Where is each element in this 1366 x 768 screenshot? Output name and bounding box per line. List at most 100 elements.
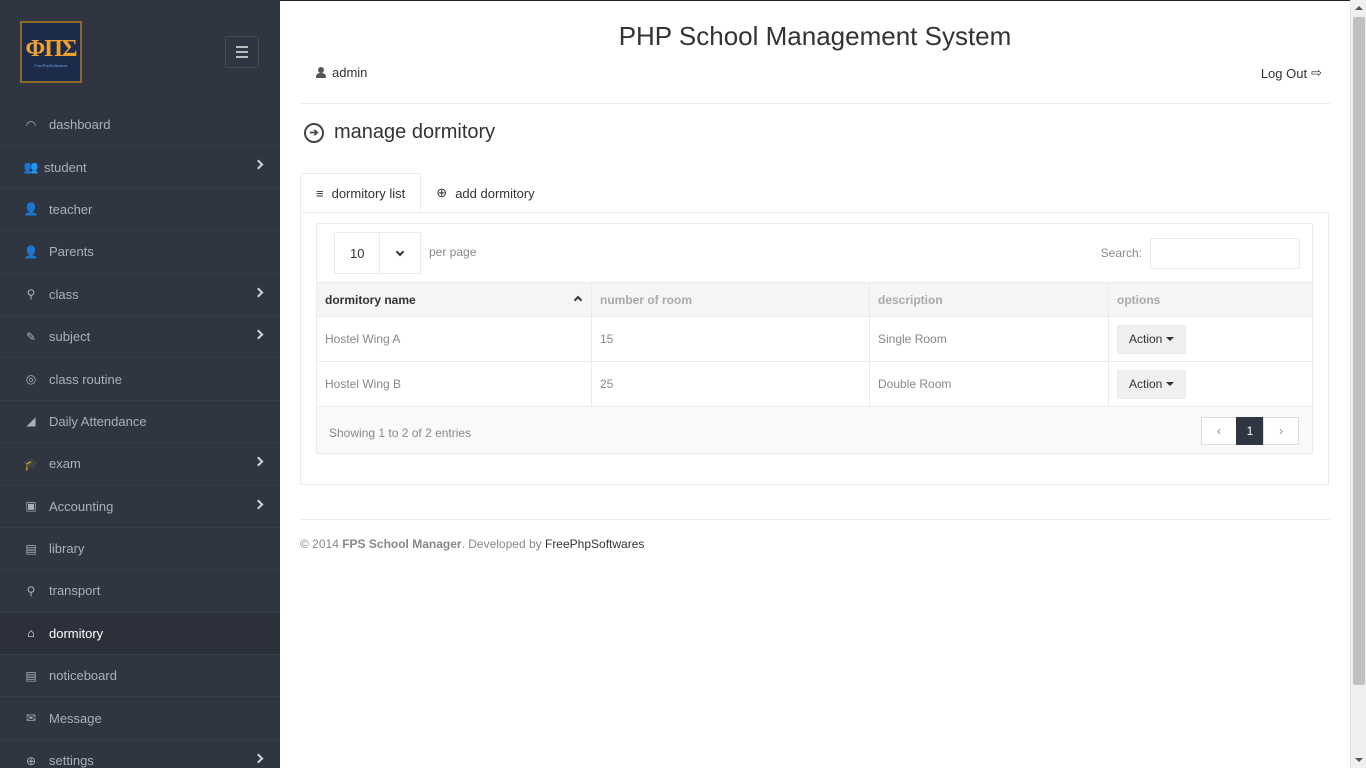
pagination: ‹ 1 › (1201, 417, 1299, 445)
scroll-up-arrow-icon[interactable] (1351, 0, 1366, 16)
chevron-right-icon (253, 456, 264, 467)
sidebar-item-transport[interactable]: ⚲ transport (0, 570, 280, 613)
sidebar-item-parents[interactable]: 👤 Parents (0, 231, 280, 274)
cell-options: Action (1108, 361, 1313, 407)
user-icon (316, 66, 326, 79)
briefcase-icon: ▣ (25, 499, 37, 514)
sidebar-item-label: class (49, 286, 79, 302)
sidebar-item-label: teacher (49, 201, 93, 217)
sidebar-item-class[interactable]: ⚲ class (0, 274, 280, 316)
sidebar-header: ΦΠΣ FreePhpSoftwares (0, 0, 280, 104)
page-length-select[interactable]: 10 (334, 232, 421, 274)
dashboard-icon: ◠ (25, 117, 37, 132)
search-label: Search: (1100, 246, 1142, 260)
logout-link[interactable]: Log Out ⇨ (1261, 65, 1322, 81)
sidebar-item-teacher[interactable]: 👤 teacher (0, 189, 280, 232)
teacher-icon: 👤 (23, 202, 39, 217)
sidebar-item-noticeboard[interactable]: ▤ noticeboard (0, 655, 280, 698)
footer-divider (300, 519, 1330, 520)
data-table: 10 per page Search: dormitory name numbe… (316, 223, 1313, 454)
sidebar-item-label: subject (49, 329, 91, 345)
logo-text: ΦΠΣ (25, 35, 77, 62)
username: admin (332, 65, 368, 80)
user-menu[interactable]: admin (316, 65, 367, 80)
mail-icon: ✉ (25, 711, 37, 726)
sidebar-item-label: Parents (49, 244, 94, 260)
graduation-cap-icon: 🎓 (23, 456, 39, 471)
pagination-page-1[interactable]: 1 (1236, 417, 1264, 445)
footer: © 2014 FPS School Manager. Developed by … (300, 537, 644, 551)
sidebar-item-subject[interactable]: ✎ subject (0, 316, 280, 359)
sidebar-menu: ◠ dashboard 👥 student 👤 teacher 👤 Parents ⚲ c… (0, 104, 280, 768)
cell-options: Action (1108, 316, 1313, 362)
page-title-text: manage dormitory (334, 121, 496, 143)
hamburger-icon (236, 46, 248, 48)
tab-add-dormitory[interactable]: ⊕ add dormitory (421, 173, 549, 213)
action-dropdown-button[interactable]: Action (1117, 324, 1187, 354)
sidebar-item-label: dormitory (49, 625, 104, 641)
sidebar-toggle-button[interactable] (225, 36, 259, 68)
cell-description: Single Room (869, 316, 1109, 362)
cell-dormitory-name: Hostel Wing B (316, 361, 592, 407)
vertical-scrollbar[interactable] (1350, 0, 1366, 768)
table-controls: 10 per page Search: (317, 224, 1312, 282)
sidebar-item-class-routine[interactable]: ◎ class routine (0, 358, 280, 401)
sidebar-item-label: class routine (49, 371, 122, 387)
sidebar-item-exam[interactable]: 🎓 exam (0, 443, 280, 486)
column-header-options: options (1108, 282, 1313, 317)
chevron-right-icon (253, 329, 264, 340)
scroll-down-arrow-icon[interactable] (1351, 752, 1366, 768)
caret-down-icon (1166, 337, 1175, 341)
scrollbar-thumb[interactable] (1353, 17, 1365, 685)
footer-developer-link[interactable]: FreePhpSoftwares (545, 537, 644, 551)
column-header-dormitory-name[interactable]: dormitory name (316, 282, 592, 317)
sidebar-item-label: noticeboard (49, 668, 117, 684)
user-icon: 👤 (23, 244, 39, 259)
sidebar-item-label: transport (49, 583, 101, 599)
library-book-icon: ▤ (25, 541, 37, 556)
book-icon: ✎ (25, 329, 37, 344)
action-dropdown-button[interactable]: Action (1117, 369, 1187, 399)
sort-ascending-icon (573, 295, 583, 305)
cell-dormitory-name: Hostel Wing A (316, 316, 592, 362)
sidebar-item-label: settings (49, 753, 94, 768)
footer-copyright: © 2014 (300, 537, 339, 551)
chevron-down-icon (380, 233, 420, 273)
sidebar-item-student[interactable]: 👥 student (0, 146, 280, 189)
main-content: PHP School Management System admin Log O… (280, 0, 1350, 768)
sidebar-item-dormitory[interactable]: ⌂ dormitory (0, 612, 280, 656)
location-icon: ⚲ (26, 583, 36, 598)
sidebar-item-dashboard[interactable]: ◠ dashboard (0, 104, 280, 147)
sidebar-item-accounting[interactable]: ▣ Accounting (0, 486, 280, 528)
logout-icon: ⇨ (1311, 65, 1322, 80)
sidebar-item-settings[interactable]: ⊕ settings (0, 740, 280, 768)
pagination-next-button[interactable]: › (1263, 417, 1299, 445)
app-title: PHP School Management System (618, 21, 1012, 51)
chevron-right-icon (253, 499, 264, 509)
sidebar-item-message[interactable]: ✉ Message (0, 697, 280, 740)
header-divider (300, 103, 1330, 104)
sidebar-item-daily-attendance[interactable]: ◢ Daily Attendance (0, 401, 280, 444)
sidebar-item-label: student (44, 159, 87, 175)
pagination-prev-button[interactable]: ‹ (1201, 417, 1237, 445)
sidebar-item-library[interactable]: ▤ library (0, 528, 280, 571)
chevron-right-icon (253, 287, 264, 298)
tab-label: dormitory list (331, 185, 406, 201)
plus-circle-icon: ⊕ (436, 185, 448, 200)
footer-product: FPS School Manager (342, 537, 462, 551)
cell-number-of-room: 15 (591, 316, 870, 362)
caret-down-icon (1166, 382, 1175, 386)
tab-dormitory-list[interactable]: ≡ dormitory list (300, 173, 422, 213)
sidebar-item-label: library (49, 541, 85, 557)
globe-icon: ⊕ (25, 753, 37, 768)
search-input[interactable] (1150, 238, 1300, 269)
sidebar-item-label: Message (49, 710, 102, 726)
column-header-number-of-room[interactable]: number of room (591, 282, 870, 317)
cell-description: Double Room (869, 361, 1109, 407)
target-icon: ◎ (25, 372, 37, 387)
logo[interactable]: ΦΠΣ FreePhpSoftwares (20, 21, 82, 83)
list-icon: ≡ (316, 185, 324, 201)
column-header-description[interactable]: description (869, 282, 1109, 317)
table-header-row: dormitory name number of room descriptio… (316, 282, 1313, 317)
logo-subtext: FreePhpSoftwares (34, 62, 68, 68)
